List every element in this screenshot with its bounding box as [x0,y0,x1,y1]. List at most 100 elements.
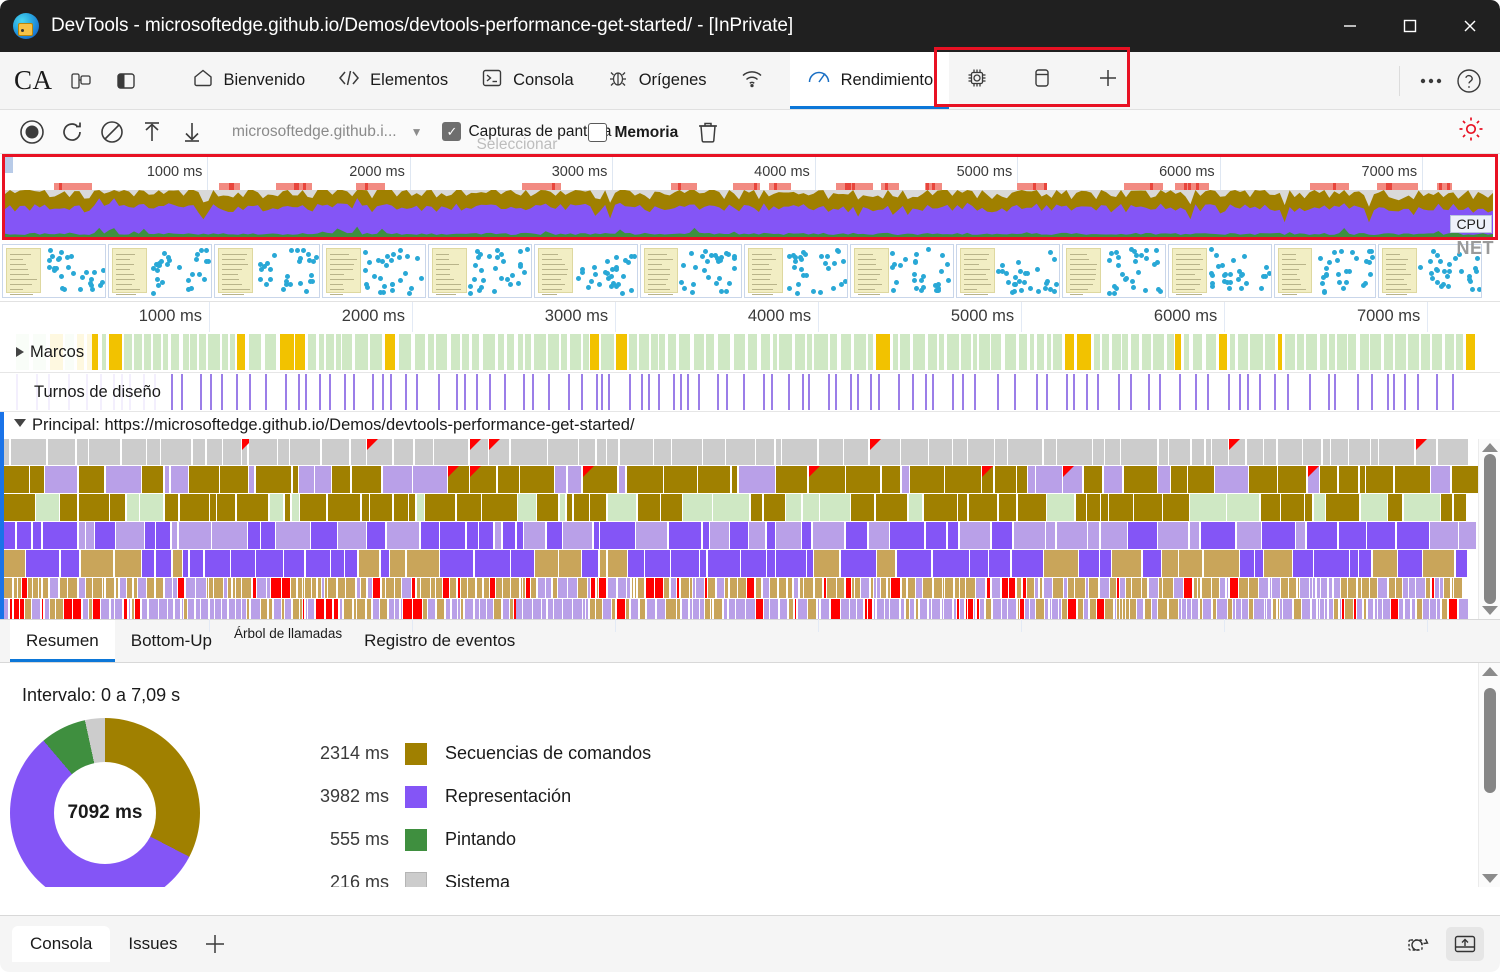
flame-chart-event[interactable] [560,494,566,521]
flame-chart-event[interactable] [223,439,241,465]
flame-chart-event[interactable] [1331,439,1348,465]
flame-chart-event[interactable] [26,550,59,577]
flame-chart-event[interactable] [794,578,799,598]
flame-chart-event[interactable] [1320,599,1324,619]
flame-chart-event[interactable] [196,599,200,619]
flame-chart-event[interactable] [690,578,691,598]
flame-chart-event[interactable] [373,578,380,598]
flame-chart-event[interactable] [874,578,876,598]
layout-shift-marker[interactable] [601,374,603,410]
flame-chart-event[interactable] [1426,578,1430,598]
flame-chart-event[interactable] [1162,550,1177,577]
layout-shift-marker[interactable] [1046,374,1048,410]
flame-chart-event[interactable] [428,599,435,619]
frame-bar[interactable] [525,334,531,370]
frame-bar[interactable] [1047,334,1051,370]
flame-chart-event[interactable] [855,578,859,598]
flame-chart-event[interactable] [1045,599,1048,619]
layout-shift-marker[interactable] [476,374,478,410]
drawer-add-tool-button[interactable] [196,927,234,961]
flame-chart-event[interactable] [1452,466,1479,493]
flame-chart-event[interactable] [1027,578,1034,598]
reload-and-record-button[interactable] [54,114,90,150]
layout-shift-marker[interactable] [438,374,440,410]
flame-chart-event[interactable] [1100,550,1111,577]
flame-chart-event[interactable] [1163,494,1189,521]
flame-chart-event[interactable] [1416,439,1436,465]
flame-chart-event[interactable] [43,578,48,598]
flame-chart-event[interactable] [857,599,863,619]
flame-chart-event[interactable] [489,439,509,465]
frame-bar[interactable] [1456,334,1463,370]
flame-chart-event[interactable] [165,578,172,598]
flame-chart-event[interactable] [498,466,519,493]
flame-chart-event[interactable] [730,578,737,598]
flame-chart-event[interactable] [968,599,972,619]
flame-chart-event[interactable] [256,550,282,577]
frame-bar[interactable] [415,334,425,370]
frame-bar[interactable] [428,334,434,370]
layout-shift-marker[interactable] [1274,374,1276,410]
layout-shift-marker[interactable] [898,374,900,410]
frame-bar[interactable] [355,334,369,370]
flame-chart-event[interactable] [1270,578,1271,598]
flame-chart-event[interactable] [344,599,352,619]
flame-chart-event[interactable] [1340,599,1341,619]
flame-chart-event[interactable] [1247,439,1263,465]
flame-chart-event[interactable] [548,599,553,619]
layout-shift-marker[interactable] [532,374,534,410]
flame-chart-event[interactable] [115,550,141,577]
flame-chart-event[interactable] [434,439,468,465]
flame-chart-event[interactable] [916,599,918,619]
flame-chart-event[interactable] [1190,494,1226,521]
flame-chart-event[interactable] [814,550,839,577]
flame-chart-event[interactable] [312,578,316,598]
flame-chart-event[interactable] [236,578,241,598]
screenshots-checkbox[interactable]: ✓ [442,122,461,141]
frame-bar[interactable] [779,334,791,370]
flame-chart-event[interactable] [173,578,177,598]
flame-chart-event[interactable] [1358,578,1361,598]
flame-chart-event[interactable] [1134,494,1161,521]
flame-chart-event[interactable] [1405,599,1410,619]
track-header-principal[interactable]: Principal: https://microsoftedge.github.… [0,412,1500,439]
flame-chart-event[interactable] [890,522,924,549]
flame-chart-event[interactable] [381,550,389,577]
flame-chart-event[interactable] [1100,578,1109,598]
flame-chart-event[interactable] [1213,599,1216,619]
filmstrip-thumbnail[interactable] [534,244,638,298]
flame-chart-event[interactable] [361,578,366,598]
flame-chart-event[interactable] [803,494,819,521]
flame-chart-event[interactable] [1398,550,1422,577]
flame-chart-event[interactable] [64,599,72,619]
flame-chart-event[interactable] [1370,578,1376,598]
flame-chart-event[interactable] [1255,550,1263,577]
frame-bar[interactable] [295,334,305,370]
flame-chart-event[interactable] [677,578,679,598]
layout-shift-marker[interactable] [1247,374,1249,410]
filmstrip-thumbnail[interactable] [214,244,320,298]
layout-shift-marker[interactable] [1436,374,1438,410]
flame-chart-event[interactable] [299,466,314,493]
flame-chart-event[interactable] [1188,466,1214,493]
filmstrip-thumbnail[interactable] [956,244,1060,298]
flame-chart-event[interactable] [487,599,493,619]
flame-chart-event[interactable] [326,599,333,619]
flame-chart-row[interactable] [4,550,1478,577]
flame-chart-event[interactable] [468,578,475,598]
flame-chart-event[interactable] [124,599,127,619]
flame-chart-event[interactable] [837,578,844,598]
flame-chart-event[interactable] [1440,578,1442,598]
frame-bar[interactable] [326,334,334,370]
layout-shift-marker[interactable] [1097,374,1099,410]
frame-bar[interactable] [507,334,515,370]
flame-chart-event[interactable] [1212,439,1227,465]
flame-chart-event[interactable] [1449,599,1458,619]
layout-shift-marker[interactable] [372,374,374,410]
flame-chart-event[interactable] [672,439,701,465]
flame-chart-event[interactable] [861,578,869,598]
flame-chart-event[interactable] [1047,494,1074,521]
flame-chart-event[interactable] [1310,578,1311,598]
flame-chart-event[interactable] [48,439,75,465]
flame-chart-event[interactable] [43,522,78,549]
